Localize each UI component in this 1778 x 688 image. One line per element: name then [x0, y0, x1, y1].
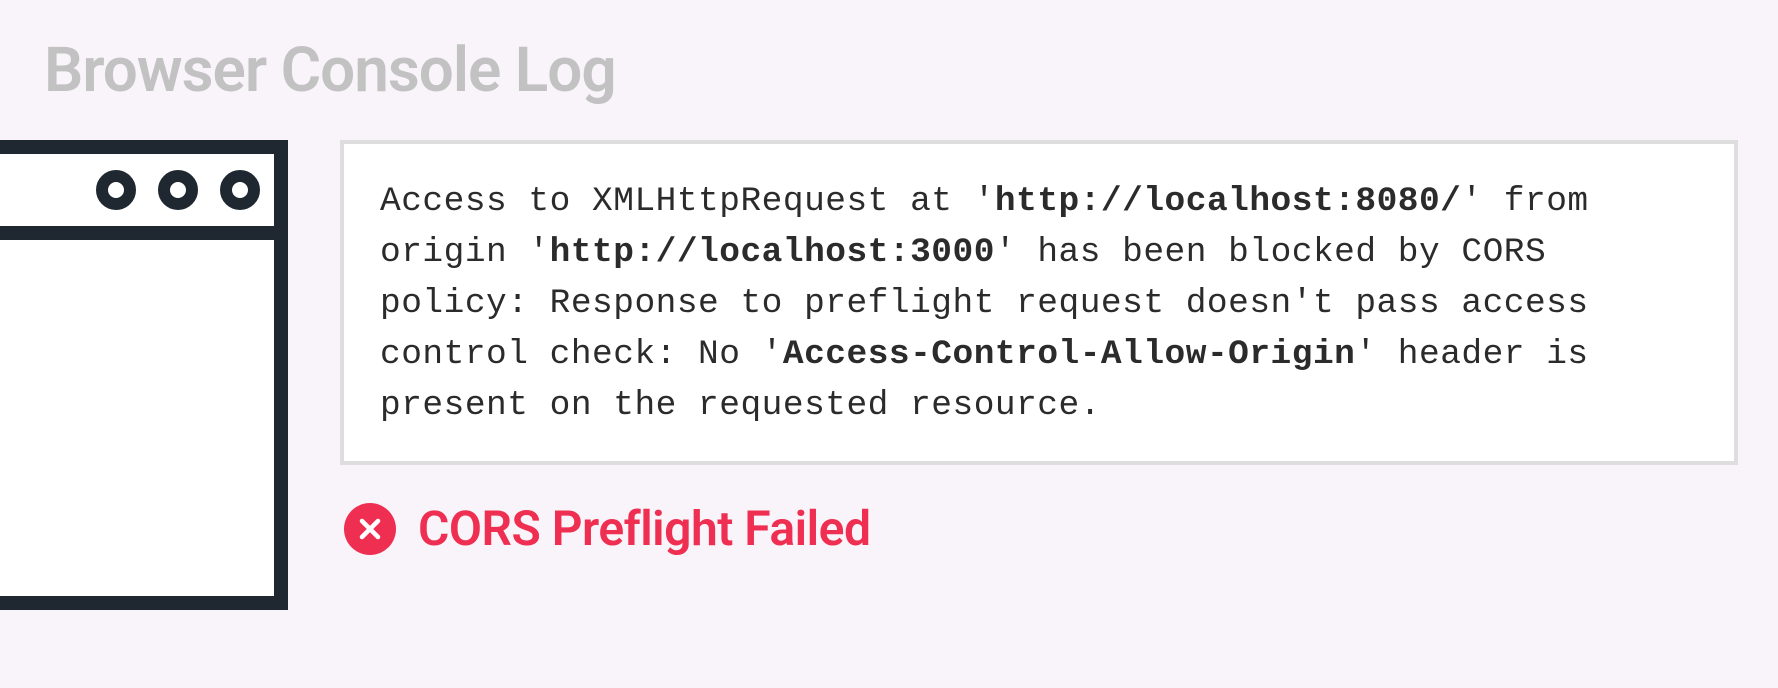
console-log-panel: Access to XMLHttpRequest at 'http://loca…	[340, 140, 1738, 465]
window-control-dot	[220, 170, 260, 210]
error-status: CORS Preflight Failed	[344, 500, 870, 557]
section-title: Browser Console Log	[44, 34, 616, 107]
console-bold-url: http://localhost:8080/	[995, 182, 1461, 221]
window-control-dot	[158, 170, 198, 210]
browser-window-illustration	[0, 140, 288, 610]
browser-titlebar	[0, 154, 274, 240]
window-control-dot	[96, 170, 136, 210]
console-bold-url: http://localhost:3000	[550, 233, 995, 272]
console-bold-header: Access-Control-Allow-Origin	[783, 335, 1356, 374]
console-text-segment: Access to XMLHttpRequest at '	[380, 182, 995, 221]
console-error-message: Access to XMLHttpRequest at 'http://loca…	[380, 176, 1698, 431]
error-status-label: CORS Preflight Failed	[418, 500, 870, 557]
error-x-icon	[344, 503, 396, 555]
